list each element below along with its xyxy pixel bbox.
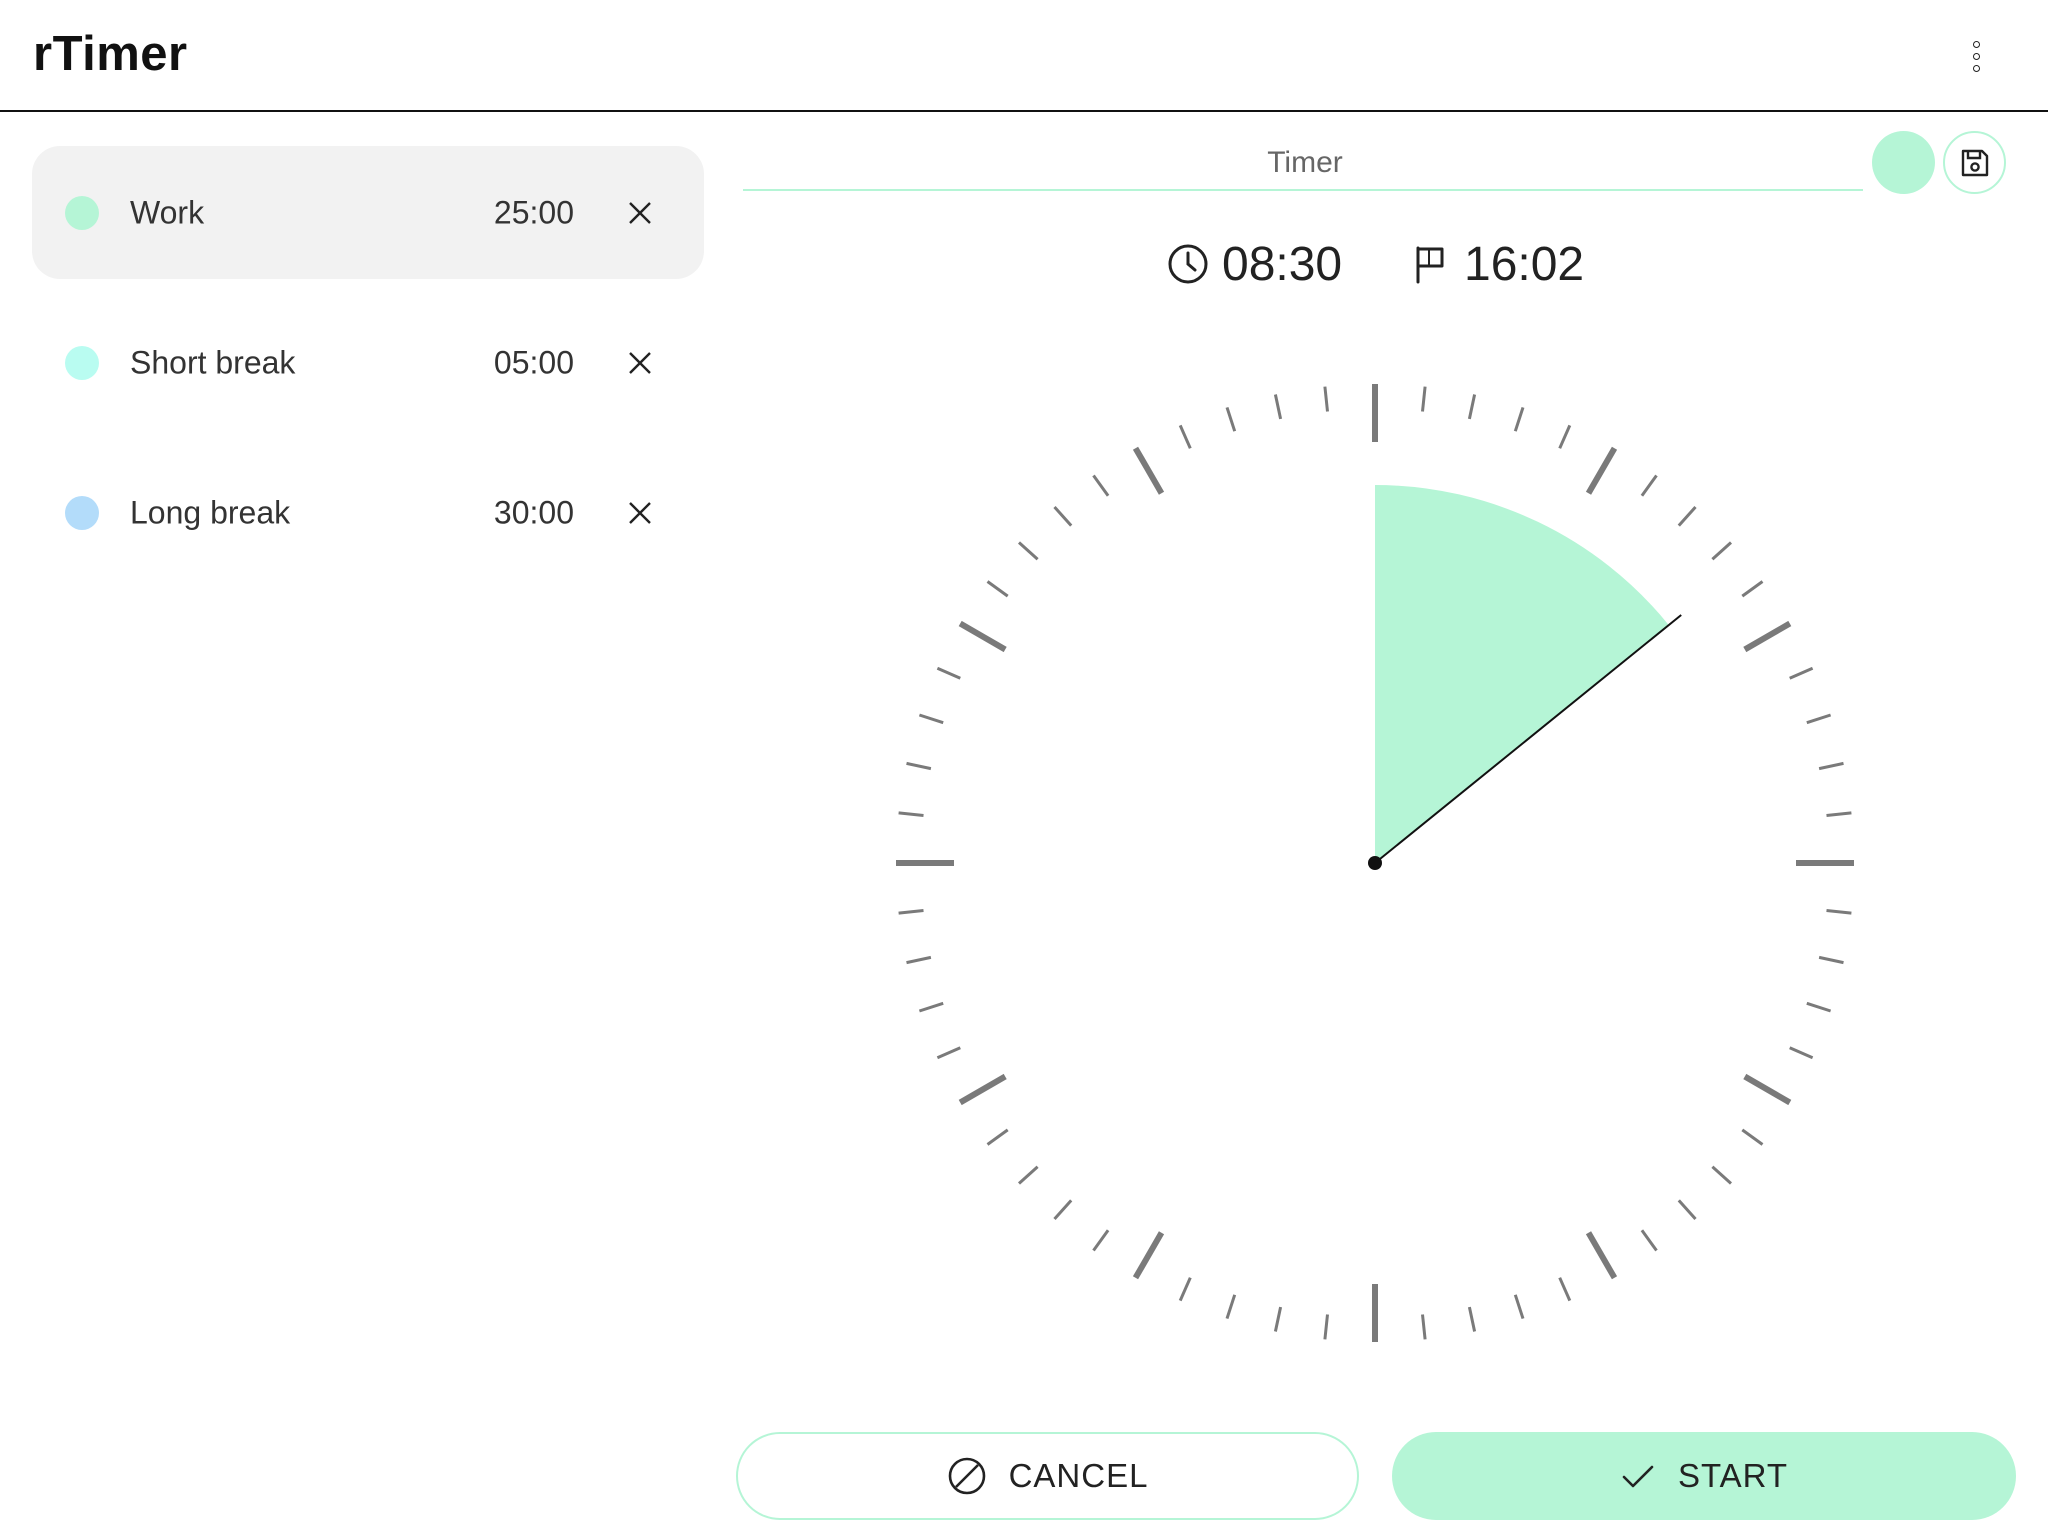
dial-tick xyxy=(1677,1199,1697,1221)
dial-tick xyxy=(1092,474,1110,497)
dial-tick xyxy=(1467,1306,1477,1332)
cancel-button-label: CANCEL xyxy=(1008,1457,1149,1494)
dial-tick xyxy=(1826,909,1852,915)
dial-tick xyxy=(1017,1165,1039,1185)
dial-tick xyxy=(1178,1277,1192,1302)
dial-tick xyxy=(918,1001,944,1013)
dial-tick xyxy=(906,761,932,771)
dial-tick xyxy=(898,811,924,817)
dial-tick xyxy=(1558,1277,1572,1302)
dial-tick xyxy=(1225,1294,1237,1320)
dial-tick xyxy=(1421,386,1427,412)
start-button[interactable]: START xyxy=(1392,1432,2016,1520)
dial-tick xyxy=(1585,446,1618,495)
timer-dial[interactable] xyxy=(0,0,2048,1536)
dial-tick xyxy=(1017,541,1039,561)
dial-tick xyxy=(1467,394,1477,420)
dial-tick xyxy=(936,1046,961,1060)
dial-tick xyxy=(1273,394,1283,420)
dial-tick xyxy=(958,1073,1007,1106)
dial-tick xyxy=(1711,1165,1733,1185)
dial-tick xyxy=(958,620,1007,653)
dial-tick xyxy=(1640,474,1658,497)
dial-tick xyxy=(1513,1294,1525,1320)
dial-tick xyxy=(936,666,961,680)
dial-tick xyxy=(898,909,924,915)
dial-tick xyxy=(1711,541,1733,561)
dial-tick xyxy=(1789,1046,1814,1060)
dial-tick xyxy=(1806,1001,1832,1013)
dial-tick xyxy=(1789,666,1814,680)
dial-tick xyxy=(1421,1314,1427,1340)
dial-tick xyxy=(1826,811,1852,817)
dial-tick xyxy=(1677,505,1697,527)
dial-tick xyxy=(1585,1231,1618,1280)
dial-tick xyxy=(1273,1306,1283,1332)
dial-tick xyxy=(1053,505,1073,527)
dial-tick xyxy=(1743,620,1792,653)
dial-tick xyxy=(1806,713,1832,725)
dial-tick xyxy=(1053,1199,1073,1221)
dial-tick xyxy=(1092,1229,1110,1252)
dial-center xyxy=(1368,856,1382,870)
dial-tick xyxy=(1513,406,1525,432)
dial-tick xyxy=(1178,424,1192,449)
dial-tick xyxy=(1225,406,1237,432)
start-button-label: START xyxy=(1677,1457,1789,1494)
dial-tick xyxy=(1741,1128,1764,1146)
cancel-button[interactable]: CANCEL xyxy=(736,1432,1359,1520)
dial-tick xyxy=(986,580,1009,598)
dial-tick xyxy=(986,1128,1009,1146)
block-icon xyxy=(948,1457,985,1495)
app-root: rTimer Work 25:00 Short break 05:00 Long… xyxy=(0,0,2048,1536)
dial-elapsed-sector xyxy=(1375,484,1669,863)
dial-tick xyxy=(1132,446,1165,495)
dial-tick xyxy=(1818,761,1844,771)
dial-tick xyxy=(1741,580,1764,598)
dial-tick xyxy=(906,955,932,965)
dial-tick xyxy=(918,713,944,725)
dial-tick xyxy=(1132,1231,1165,1280)
dial-tick xyxy=(1323,386,1329,412)
dial-tick xyxy=(1743,1073,1792,1106)
check-icon xyxy=(1622,1465,1654,1488)
dial-tick xyxy=(1558,424,1572,449)
dial-tick xyxy=(1323,1314,1329,1340)
dial-tick xyxy=(1818,955,1844,965)
dial-tick xyxy=(1640,1229,1658,1252)
